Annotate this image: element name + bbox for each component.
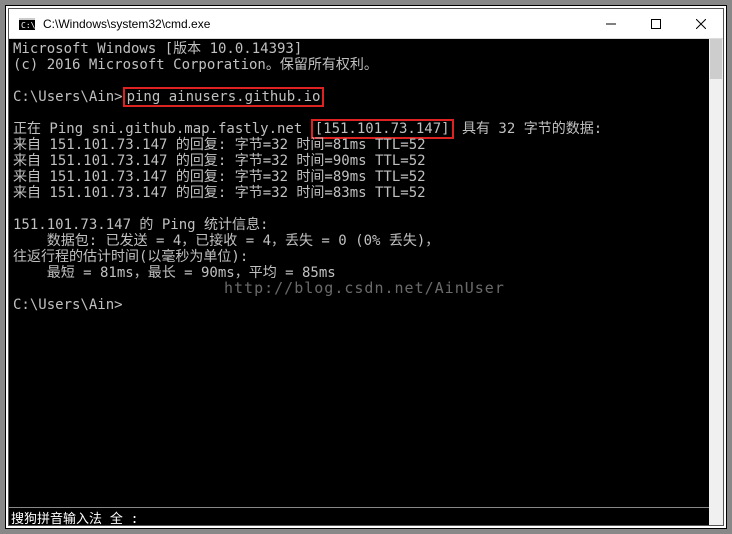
maximize-button[interactable]	[633, 9, 678, 38]
minimize-icon	[606, 19, 616, 29]
term-line: 151.101.73.147 的 Ping 统计信息:	[13, 217, 268, 233]
window-frame: C:\ C:\Windows\system32\cmd.exe Microsof…	[5, 5, 727, 529]
scrollbar-thumb[interactable]	[710, 39, 722, 79]
cmd-icon: C:\	[17, 16, 37, 32]
term-line: 数据包: 已发送 = 4，已接收 = 4，丢失 = 0 (0% 丢失)，	[13, 233, 439, 249]
term-line: 往返行程的估计时间(以毫秒为单位):	[13, 249, 248, 265]
close-icon	[696, 19, 706, 29]
highlighted-ip: [151.101.73.147]	[311, 119, 454, 139]
term-line: 具有 32 字节的数据:	[454, 121, 603, 137]
ime-status-bar: 搜狗拼音输入法 全 :	[9, 507, 709, 525]
svg-text:C:\: C:\	[21, 21, 35, 30]
term-line: Microsoft Windows [版本 10.0.14393]	[13, 41, 302, 57]
close-button[interactable]	[678, 9, 723, 38]
window-title: C:\Windows\system32\cmd.exe	[43, 17, 588, 31]
client-area: Microsoft Windows [版本 10.0.14393] (c) 20…	[9, 39, 723, 525]
titlebar[interactable]: C:\ C:\Windows\system32\cmd.exe	[9, 9, 723, 39]
term-line: (c) 2016 Microsoft Corporation。保留所有权利。	[13, 57, 378, 73]
prompt-text: C:\Users\Ain>	[13, 89, 123, 105]
window-buttons	[588, 9, 723, 38]
minimize-button[interactable]	[588, 9, 633, 38]
term-line: 来自 151.101.73.147 的回复: 字节=32 时间=83ms TTL…	[13, 185, 426, 201]
highlighted-command: ping ainusers.github.io	[123, 87, 325, 107]
maximize-icon	[651, 19, 661, 29]
watermark-text: http://blog.csdn.net/AinUser	[224, 279, 505, 297]
cmd-window: C:\ C:\Windows\system32\cmd.exe Microsof…	[8, 8, 724, 526]
term-line: 来自 151.101.73.147 的回复: 字节=32 时间=81ms TTL…	[13, 137, 426, 153]
prompt-text: C:\Users\Ain>	[13, 297, 123, 313]
term-line: 来自 151.101.73.147 的回复: 字节=32 时间=89ms TTL…	[13, 169, 426, 185]
term-line: 正在 Ping sni.github.map.fastly.net	[13, 121, 311, 137]
term-line: 来自 151.101.73.147 的回复: 字节=32 时间=90ms TTL…	[13, 153, 426, 169]
vertical-scrollbar[interactable]	[709, 39, 723, 525]
